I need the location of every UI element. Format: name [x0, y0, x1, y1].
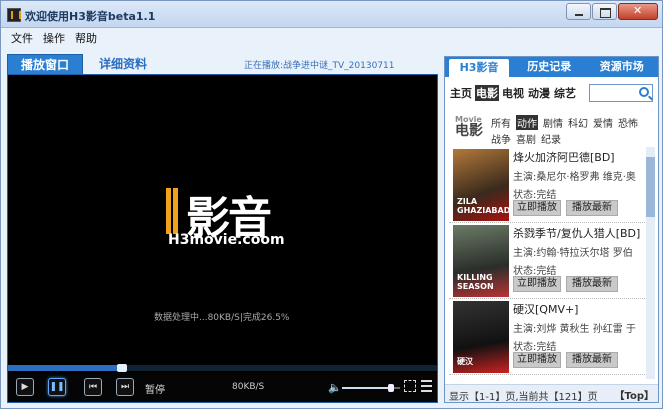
volume-slider[interactable]	[342, 384, 400, 392]
list-scrollbar[interactable]	[646, 147, 655, 379]
genre-romance[interactable]: 爱情	[593, 115, 613, 130]
tab-player-window[interactable]: 播放窗口	[7, 54, 83, 74]
app-window: 欢迎使用H3影音beta1.1 文件 操作 帮助 播放窗口 详细资料 正在播放:…	[0, 0, 663, 409]
page-info: 显示【1-1】页,当前共【121】页	[449, 392, 598, 403]
movie-status: 状态:完结	[513, 342, 557, 353]
volume-fill	[342, 387, 392, 389]
genre-horror[interactable]: 恐怖	[618, 115, 638, 130]
panel-tabs: H3影音 历史记录 资源市场	[445, 57, 658, 77]
movie-cast: 主演:约翰·特拉沃尔塔 罗伯	[513, 248, 633, 259]
movie-title[interactable]: 杀戮季节/复仇人猎人[BD]	[513, 225, 643, 241]
movie-cast: 主演:刘烨 黄秋生 孙红雷 于	[513, 324, 636, 335]
genre-all[interactable]: 所有	[491, 115, 511, 130]
play-now-button[interactable]: 立即播放	[513, 200, 561, 216]
movie-title[interactable]: 烽火加济阿巴德[BD]	[513, 149, 643, 165]
playlist-icon[interactable]	[421, 380, 432, 392]
menu-bar: 文件 操作 帮助	[1, 29, 662, 47]
close-button[interactable]	[618, 3, 658, 20]
play-latest-button[interactable]: 播放最新	[566, 352, 618, 368]
play-latest-button[interactable]: 播放最新	[566, 276, 618, 292]
title-bar: 欢迎使用H3影音beta1.1	[1, 1, 662, 28]
menu-help[interactable]: 帮助	[75, 30, 97, 46]
side-panel: H3影音 历史记录 资源市场 主页 电影 电视 动漫 综艺 Movie 电影 所…	[444, 56, 659, 403]
genre-drama[interactable]: 剧情	[543, 115, 563, 130]
movie-poster[interactable]: 硬汉	[453, 301, 509, 373]
genre-documentary[interactable]: 纪录	[541, 131, 561, 146]
pagination-footer: 显示【1-1】页,当前共【121】页 【Top】	[445, 384, 658, 403]
fullscreen-icon[interactable]	[404, 380, 416, 392]
maximize-button[interactable]	[592, 3, 617, 20]
play-icon[interactable]: ▶	[16, 378, 34, 396]
next-icon[interactable]: ⏭	[116, 378, 134, 396]
movie-status: 状态:完结	[513, 190, 557, 201]
h3-logo: 影音 H3movie.coom	[166, 188, 285, 248]
list-item[interactable]: 硬汉 硬汉[QMV+] 主演:刘烨 黄秋生 孙红雷 于 状态:完结 立即播放 播…	[449, 299, 645, 375]
buffer-status: 数据处理中...80KB/S|完成26.5%	[154, 313, 290, 323]
tab-resource-market[interactable]: 资源市场	[586, 57, 659, 77]
genre-filter: 所有 动作 剧情 科幻 爱情 恐怖 战争 喜剧 纪录	[491, 115, 656, 146]
movie-badge-cn: 电影	[455, 123, 483, 139]
genre-scifi[interactable]: 科幻	[568, 115, 588, 130]
menu-operate[interactable]: 操作	[43, 30, 65, 46]
category-anime[interactable]: 动漫	[527, 85, 551, 101]
category-movie[interactable]: 电影	[475, 85, 499, 101]
pause-icon[interactable]: ❚❚	[48, 378, 66, 396]
previous-icon[interactable]: ⏮	[84, 378, 102, 396]
scrollbar-thumb[interactable]	[646, 157, 655, 217]
category-nav: 主页 电影 电视 动漫 综艺	[449, 85, 577, 101]
download-speed: 80KB/S	[232, 382, 265, 392]
category-tv[interactable]: 电视	[501, 85, 525, 101]
play-now-button[interactable]: 立即播放	[513, 352, 561, 368]
tab-h3-media[interactable]: H3影音	[449, 59, 509, 77]
app-logo-icon	[7, 8, 21, 22]
back-to-top-button[interactable]: 【Top】	[614, 387, 654, 402]
volume-icon[interactable]: 🔈	[328, 381, 342, 394]
genre-comedy[interactable]: 喜剧	[516, 131, 536, 146]
play-state-label: 暂停	[145, 385, 165, 396]
list-item[interactable]: ZILA GHAZIABAD 烽火加济阿巴德[BD] 主演:桑尼尔·格罗弗 维克…	[449, 147, 645, 223]
control-bar: ▶ ❚❚ ⏮ ⏭ 暂停 80KB/S 🔈	[8, 373, 437, 402]
movie-cast: 主演:桑尼尔·格罗弗 维克·奥	[513, 172, 636, 183]
logo-text-en: H3movie.coom	[168, 232, 285, 248]
search-input[interactable]	[589, 84, 653, 102]
poster-title: ZILA GHAZIABAD	[457, 197, 511, 215]
movie-poster[interactable]: KILLING SEASON	[453, 225, 509, 297]
poster-title: 硬汉	[457, 357, 473, 366]
seek-bar-fill	[8, 365, 122, 371]
menu-file[interactable]: 文件	[11, 30, 33, 46]
movie-list: ZILA GHAZIABAD 烽火加济阿巴德[BD] 主演:桑尼尔·格罗弗 维克…	[449, 147, 645, 379]
movie-poster[interactable]: ZILA GHAZIABAD	[453, 149, 511, 221]
list-item[interactable]: KILLING SEASON 杀戮季节/复仇人猎人[BD] 主演:约翰·特拉沃尔…	[449, 223, 645, 299]
movie-title[interactable]: 硬汉[QMV+]	[513, 301, 643, 317]
tab-history[interactable]: 历史记录	[513, 57, 586, 77]
tab-details[interactable]: 详细资料	[83, 54, 163, 74]
volume-handle[interactable]	[388, 384, 395, 392]
category-variety[interactable]: 综艺	[553, 85, 577, 101]
play-latest-button[interactable]: 播放最新	[566, 200, 618, 216]
poster-title: KILLING SEASON	[457, 273, 494, 291]
seek-handle[interactable]	[116, 364, 127, 372]
search-icon[interactable]	[639, 87, 649, 97]
movie-status: 状态:完结	[513, 266, 557, 277]
seek-bar[interactable]	[8, 364, 437, 372]
category-home[interactable]: 主页	[449, 85, 473, 101]
video-player[interactable]: 影音 H3movie.coom 数据处理中...80KB/S|完成26.5% ▶…	[7, 74, 438, 403]
movie-section-badge: Movie 电影	[455, 115, 489, 141]
play-now-button[interactable]: 立即播放	[513, 276, 561, 292]
minimize-button[interactable]	[566, 3, 591, 20]
window-title: 欢迎使用H3影音beta1.1	[25, 10, 156, 23]
genre-war[interactable]: 战争	[491, 131, 511, 146]
now-playing-text: 正在播放:战争进中谜_TV_20130711	[244, 61, 395, 71]
genre-action[interactable]: 动作	[516, 115, 538, 130]
